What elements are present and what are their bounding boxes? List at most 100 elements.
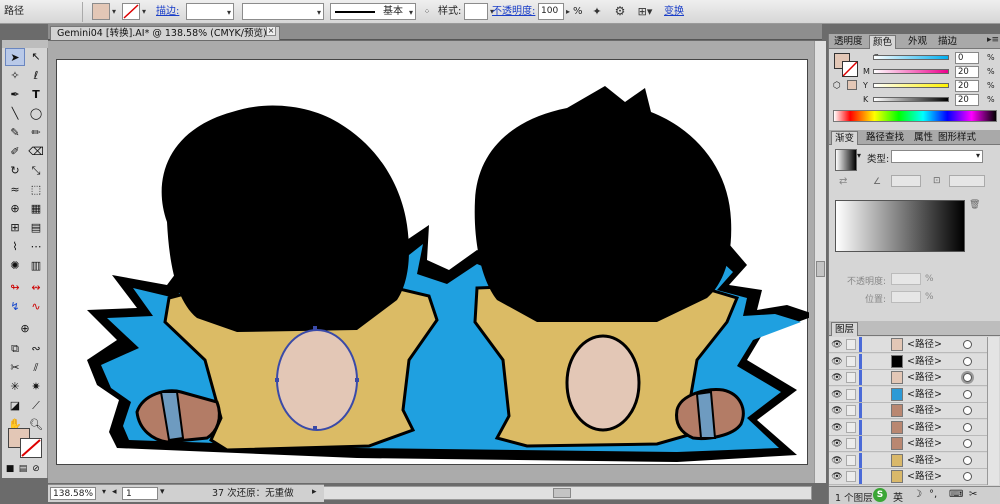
slice-tool-icon[interactable]: ⊕ (15, 320, 35, 338)
free-transform-tool-icon[interactable]: ⬚ (26, 181, 46, 199)
right-shoe-stripe[interactable] (695, 390, 717, 439)
lock-toggle[interactable] (846, 421, 856, 433)
pucker-tool-icon[interactable]: ✷ (26, 378, 46, 396)
layer-target-icon[interactable] (963, 439, 972, 448)
blob-brush-tool-icon[interactable]: ✐ (5, 143, 25, 161)
ime-logo-icon[interactable]: S (873, 488, 887, 502)
visibility-eye-icon[interactable]: 👁︎ (831, 423, 843, 433)
lock-toggle[interactable] (846, 339, 856, 350)
stroke-weight-field[interactable]: ▾ (186, 3, 234, 20)
opacity-dropdown-icon[interactable]: ▸ (564, 3, 572, 20)
gradient-delete-stop-icon[interactable]: 🗑︎ (969, 200, 980, 210)
ime-moon-icon[interactable]: ☽ (913, 489, 922, 500)
type-tool-icon[interactable]: T (26, 86, 46, 104)
next-page-icon[interactable]: ▾ (160, 487, 165, 497)
lasso-tool-icon[interactable]: ℓ (26, 67, 46, 85)
tab-stroke[interactable]: 描边 (935, 35, 960, 49)
gradient-type-select[interactable]: ▾ (891, 150, 983, 163)
ime-language[interactable]: 英 (893, 489, 903, 504)
lock-toggle[interactable] (846, 388, 856, 400)
lock-toggle[interactable] (846, 438, 856, 449)
warp-tool-icon[interactable]: ≈ (5, 181, 25, 199)
channel-k-slider[interactable] (873, 97, 949, 102)
magic-wand-tool-icon[interactable]: ✧ (5, 67, 25, 85)
gradient-preview-swatch[interactable] (835, 149, 857, 171)
opacity-label-link[interactable]: 不透明度: (492, 3, 535, 20)
layer-name[interactable]: <路径> (907, 421, 942, 434)
gradient-aspect-field[interactable] (949, 175, 985, 187)
line-tool-icon[interactable]: ╲ (5, 105, 25, 123)
stroke-dropdown-icon[interactable]: ▾ (140, 3, 148, 20)
layer-row[interactable]: 👁︎ <路径> (829, 337, 987, 353)
tab-graphic-styles[interactable]: 图形样式 (935, 131, 979, 145)
visibility-eye-icon[interactable]: 👁︎ (831, 406, 843, 416)
anchor-point[interactable] (275, 378, 279, 382)
selection-tool-icon[interactable]: ➤ (5, 48, 25, 66)
tab-pathfinder[interactable]: 路径查找 (863, 131, 907, 145)
artboard-tool-icon[interactable]: ⧉ (5, 340, 25, 358)
canvas-area[interactable] (48, 41, 814, 483)
toolbox-grip[interactable] (2, 40, 48, 48)
none-mode-icon[interactable]: ⊘ (30, 460, 42, 478)
gradient-aspect-icon[interactable]: ⊡ (933, 176, 941, 186)
symbol-shift-tool-icon[interactable]: ∾ (26, 340, 46, 358)
layer-target-icon[interactable] (963, 373, 972, 382)
live-paint-select-tool-icon[interactable]: ↭ (26, 279, 46, 297)
channel-m-value[interactable]: 20 (955, 66, 979, 78)
layers-scrollbar[interactable] (987, 337, 999, 485)
brush-dropdown-icon[interactable]: ▾ (409, 4, 413, 21)
knife-tool-icon[interactable]: ⫽ (26, 359, 46, 377)
layer-row[interactable]: 👁︎ <路径> (829, 353, 987, 370)
ime-tools-icon[interactable]: ✂ (969, 489, 977, 500)
brush-definition-field[interactable]: 基本 ▾ (330, 3, 416, 20)
tab-transparency[interactable]: 透明度 (831, 35, 866, 49)
layer-name[interactable]: <路径> (907, 355, 942, 368)
paintbrush-tool-icon[interactable]: ✎ (5, 124, 25, 142)
document-tab[interactable]: Gemini04 [转换].AI* @ 138.58% (CMYK/预览) (50, 26, 280, 40)
pencil-tool-icon[interactable]: ✏ (26, 124, 46, 142)
left-hair[interactable] (161, 105, 409, 332)
layer-row[interactable]: 👁︎ <路径> (829, 436, 987, 452)
settings-gear-icon[interactable]: ⚙ (612, 3, 628, 20)
column-graph-tool-icon[interactable]: ▥ (26, 257, 46, 275)
gradient-preview-dropdown-icon[interactable]: ▾ (857, 151, 861, 160)
reshape-tool-icon[interactable]: ∿ (26, 298, 46, 316)
stroke-label-link[interactable]: 描边: (156, 3, 179, 20)
color-panel-stroke-swatch[interactable] (842, 61, 858, 77)
visibility-eye-icon[interactable]: 👁︎ (831, 456, 843, 466)
visibility-eye-icon[interactable]: 👁︎ (831, 340, 843, 350)
channel-y-value[interactable]: 20 (955, 80, 979, 92)
mesh-tool-icon[interactable]: ⊞ (5, 219, 25, 237)
layer-row[interactable]: 👁︎ <路径> (829, 469, 987, 485)
lock-toggle[interactable] (846, 471, 856, 482)
left-face-selected[interactable] (276, 329, 358, 431)
page-field[interactable]: 1 (122, 487, 158, 500)
layer-target-icon[interactable] (963, 455, 972, 465)
scale-tool-icon[interactable]: ⤡ (26, 162, 46, 180)
ime-keyboard-icon[interactable]: ⌨ (949, 489, 963, 500)
variable-width-dropdown-icon[interactable]: ▾ (317, 4, 321, 21)
out-of-gamut-icon[interactable]: ⬡ (833, 81, 841, 91)
shape-builder-tool-icon[interactable]: ⊕ (5, 200, 25, 218)
stroke-swatch[interactable] (122, 3, 140, 20)
layer-target-icon[interactable] (963, 422, 972, 432)
live-paint-tool-icon[interactable]: ↬ (5, 279, 25, 297)
channel-c-slider[interactable] (873, 55, 949, 60)
lock-toggle[interactable] (846, 454, 856, 466)
status-menu-icon[interactable]: ▸ (312, 487, 317, 497)
transform-link[interactable]: 变换 (664, 3, 684, 20)
graphic-style-swatch[interactable] (464, 3, 488, 20)
layer-row[interactable]: 👁︎ <路径> (829, 452, 987, 469)
layer-name[interactable]: <路径> (907, 371, 942, 384)
anchor-point[interactable] (355, 378, 359, 382)
fill-dropdown-icon[interactable]: ▾ (110, 3, 118, 20)
measure-tool-icon[interactable]: ⟋ (26, 397, 46, 415)
recolor-artwork-icon[interactable]: ✦ (588, 3, 606, 20)
gradient-angle-icon[interactable]: ∠ (873, 177, 881, 187)
blend-tool-icon[interactable]: ⋯ (26, 238, 46, 256)
anchor-point[interactable] (313, 426, 317, 430)
symbol-sprayer-tool-icon[interactable]: ✺ (5, 257, 25, 275)
layer-name[interactable]: <路径> (907, 404, 942, 417)
visibility-eye-icon[interactable]: 👁︎ (831, 390, 843, 400)
layer-row[interactable]: 👁︎ <路径> (829, 403, 987, 419)
